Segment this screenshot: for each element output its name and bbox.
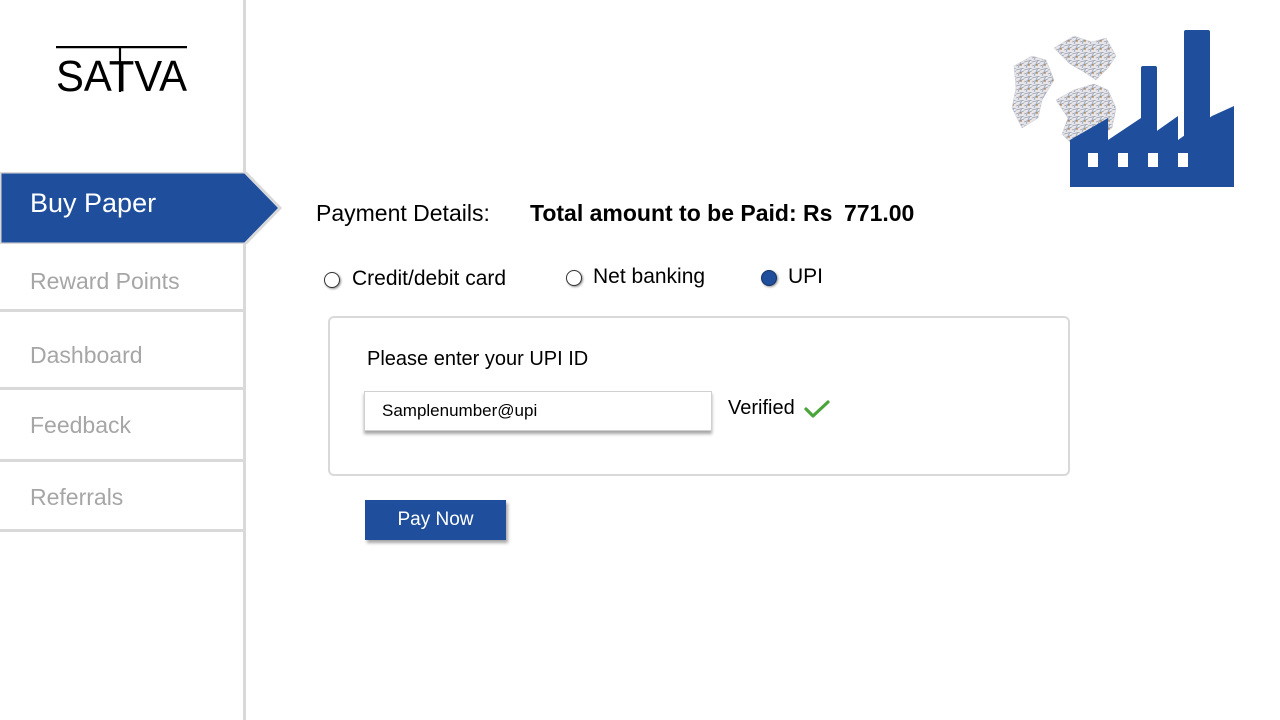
total-amount-value: 771.00 [844,200,915,226]
sidebar-item-reward-points[interactable]: Reward Points [0,244,243,312]
radio-upi[interactable] [761,270,777,286]
radio-label-net-banking[interactable]: Net banking [593,265,705,289]
sidebar-item-label[interactable]: Buy Paper [30,188,156,219]
sidebar-item-referrals[interactable]: Referrals [0,462,243,532]
radio-net-banking[interactable] [566,270,582,286]
sidebar-item-dashboard[interactable]: Dashboard [0,312,243,390]
upi-prompt-label: Please enter your UPI ID [367,348,589,370]
radio-credit-debit-card[interactable] [324,272,340,288]
sidebar-item-label: Reward Points [30,268,180,294]
radio-label-upi[interactable]: UPI [788,265,823,289]
verified-status: Verified [728,397,795,419]
recycle-factory-icon [1011,30,1234,187]
total-amount-label: Total amount to be Paid: Rs [530,200,833,226]
brand-name: SATVA [56,52,187,94]
sidebar-item-label: Dashboard [30,342,143,368]
sidebar-divider [243,0,246,720]
radio-label-credit-debit-card[interactable]: Credit/debit card [352,267,506,291]
satva-logo-icon: SATVA [56,46,187,94]
sidebar-item-feedback[interactable]: Feedback [0,390,243,462]
pay-now-button[interactable]: Pay Now [365,500,506,540]
check-icon [804,400,830,418]
payment-details-label: Payment Details: [316,200,490,226]
sidebar-item-label: Referrals [30,484,124,510]
sidebar-item-label: Feedback [30,412,132,438]
upi-id-input[interactable] [364,391,712,431]
